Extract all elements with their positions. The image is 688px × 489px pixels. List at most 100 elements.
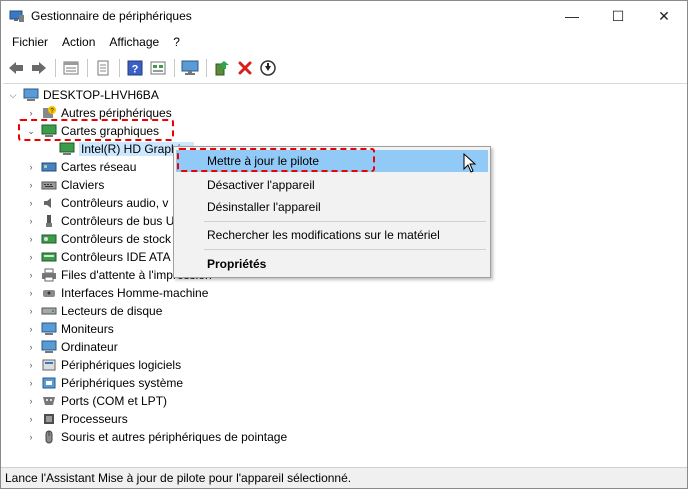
tree-item-ports[interactable]: › Ports (COM et LPT) (25, 392, 168, 410)
storage-controller-icon (41, 234, 57, 244)
tree-item-ordinateur[interactable]: › Ordinateur (25, 338, 118, 356)
expand-chevron-icon[interactable]: › (25, 392, 37, 410)
menu-affichage[interactable]: Affichage (102, 32, 166, 52)
highlight-update-driver (177, 148, 375, 172)
tree-item-label: Autres périphériques (61, 106, 172, 120)
software-device-icon (42, 359, 56, 371)
monitor-icon (41, 322, 57, 335)
tree-item-audio[interactable]: › Contrôleurs audio, v (25, 194, 169, 212)
toolbar-separator (87, 59, 88, 77)
tree-item-claviers[interactable]: › Claviers (25, 176, 105, 194)
tree-item-label: Contrôleurs IDE ATA (61, 250, 171, 264)
tree-item-souris[interactable]: › Souris et autres périphériques de poin… (25, 428, 288, 446)
tree-item-label: Souris et autres périphériques de pointa… (61, 430, 288, 444)
menu-separator (204, 249, 486, 250)
device-manager-app-icon (9, 10, 24, 22)
toolbar: ? (1, 55, 687, 81)
minimize-button[interactable]: — (549, 1, 595, 31)
tree-item-label: Cartes réseau (61, 160, 137, 174)
port-icon (43, 397, 55, 405)
menu-help[interactable]: ? (166, 32, 187, 52)
monitor-icon[interactable] (179, 57, 201, 79)
disk-drive-icon (41, 307, 57, 315)
expand-chevron-icon[interactable]: › (25, 212, 37, 230)
expand-chevron-icon[interactable]: › (25, 302, 37, 320)
view-icon[interactable] (147, 57, 169, 79)
expand-chevron-icon[interactable]: › (25, 158, 37, 176)
uninstall-icon[interactable] (234, 57, 256, 79)
help-icon[interactable]: ? (124, 57, 146, 79)
toolbar-separator (206, 59, 207, 77)
tree-item-stockage[interactable]: › Contrôleurs de stock (25, 230, 172, 248)
keyboard-icon (41, 181, 57, 190)
system-device-icon (42, 377, 56, 389)
collapse-chevron-icon[interactable]: ⌵ (7, 86, 19, 104)
toolbar-separator (119, 59, 120, 77)
expand-chevron-icon[interactable]: › (25, 320, 37, 338)
tree-item-disques[interactable]: › Lecteurs de disque (25, 302, 163, 320)
expand-chevron-icon[interactable]: › (25, 428, 37, 446)
tree-item-ide[interactable]: › Contrôleurs IDE ATA (25, 248, 171, 266)
tree-item-label: Contrôleurs audio, v (61, 196, 169, 210)
tree-item-processeurs[interactable]: › Processeurs (25, 410, 128, 428)
tree-item-label: Processeurs (61, 412, 128, 426)
expand-chevron-icon[interactable]: › (25, 410, 37, 428)
window-title: Gestionnaire de périphériques (31, 9, 192, 23)
title-bar: Gestionnaire de périphériques — ☐ ✕ (1, 1, 687, 31)
expand-chevron-icon[interactable]: › (25, 356, 37, 374)
tree-item-intel-hd[interactable]: Intel(R) HD Graphics (43, 140, 195, 158)
svg-text:?: ? (132, 64, 139, 76)
tree-item-logiciels[interactable]: › Périphériques logiciels (25, 356, 182, 374)
tree-item-label: Périphériques système (61, 376, 184, 390)
expand-chevron-icon[interactable]: › (25, 176, 37, 194)
ide-controller-icon (41, 252, 57, 262)
tree-item-cartes-reseau[interactable]: › Cartes réseau (25, 158, 137, 176)
menu-properties[interactable]: Propriétés (176, 253, 488, 275)
menu-disable-device[interactable]: Désactiver l'appareil (176, 174, 488, 196)
properties-icon[interactable] (60, 57, 82, 79)
mouse-cursor-icon (463, 153, 477, 173)
mouse-icon (45, 430, 53, 444)
expand-chevron-icon[interactable]: › (25, 338, 37, 356)
menu-bar: Fichier Action Affichage ? (1, 32, 687, 52)
expand-chevron-icon[interactable]: › (25, 266, 37, 284)
tree-root[interactable]: ⌵ DESKTOP-LHVH6BA (7, 86, 159, 104)
highlight-cartes-graphiques (18, 119, 174, 141)
menu-separator (204, 221, 486, 222)
tree-item-label: Claviers (61, 178, 105, 192)
forward-icon[interactable] (28, 57, 50, 79)
download-icon[interactable] (257, 57, 279, 79)
close-button[interactable]: ✕ (641, 1, 687, 31)
tree-item-usb[interactable]: › Contrôleurs de bus U (25, 212, 175, 230)
menu-action[interactable]: Action (55, 32, 102, 52)
device-manager-window: Gestionnaire de périphériques — ☐ ✕ Fich… (0, 0, 688, 489)
tree-item-label: Contrôleurs de bus U (61, 214, 175, 228)
status-bar: Lance l'Assistant Mise à jour de pilote … (1, 467, 687, 488)
tree-item-moniteurs[interactable]: › Moniteurs (25, 320, 114, 338)
expand-chevron-icon[interactable]: › (25, 374, 37, 392)
maximize-button[interactable]: ☐ (595, 1, 641, 31)
tree-item-label: Contrôleurs de stock (61, 232, 172, 246)
help-page-icon[interactable] (92, 57, 114, 79)
processor-icon (44, 414, 54, 424)
tree-root-label: DESKTOP-LHVH6BA (43, 88, 159, 102)
tree-item-label: Périphériques logiciels (61, 358, 182, 372)
expand-chevron-icon[interactable]: › (25, 194, 37, 212)
status-text: Lance l'Assistant Mise à jour de pilote … (5, 471, 352, 485)
hid-icon (43, 290, 55, 297)
back-icon[interactable] (5, 57, 27, 79)
expand-chevron-icon[interactable]: › (25, 284, 37, 302)
menu-uninstall-device[interactable]: Désinstaller l'appareil (176, 196, 488, 218)
update-driver-icon[interactable] (211, 57, 233, 79)
tree-item-label: Ordinateur (61, 340, 118, 354)
menu-fichier[interactable]: Fichier (5, 32, 55, 52)
display-adapter-icon (59, 142, 75, 155)
tree-item-hid[interactable]: › Interfaces Homme-machine (25, 284, 209, 302)
computer-icon (41, 340, 57, 353)
tree-item-systeme[interactable]: › Périphériques système (25, 374, 184, 392)
expand-chevron-icon[interactable]: › (25, 230, 37, 248)
expand-chevron-icon[interactable]: › (25, 248, 37, 266)
menu-scan-hardware[interactable]: Rechercher les modifications sur le maté… (176, 224, 488, 246)
tree-item-label: Interfaces Homme-machine (61, 286, 209, 300)
